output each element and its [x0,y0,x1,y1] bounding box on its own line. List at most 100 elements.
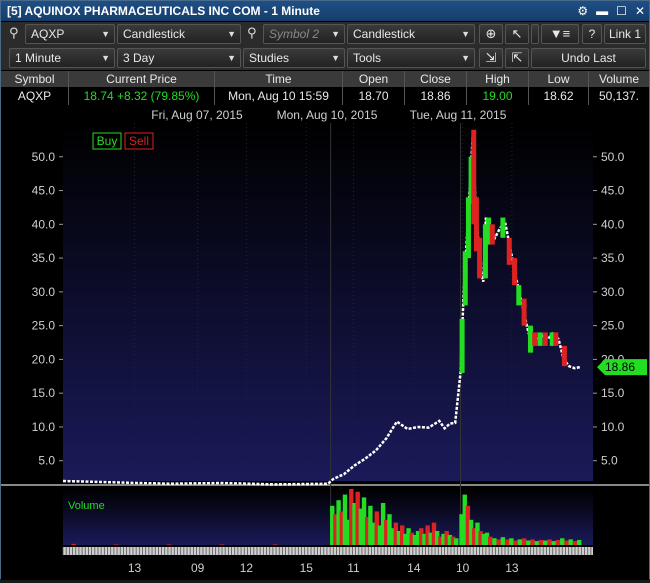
up-candle [537,332,543,346]
quote-header-cell: Close [405,71,467,87]
volume-bar [530,539,535,545]
x-tick-label: 11 [347,561,360,575]
shrink-button[interactable]: ⇱ [505,48,529,68]
down-candle [553,332,559,346]
volume-bar [547,539,552,545]
zoom-in-button[interactable]: ⊕ [479,24,503,44]
chevron-down-icon: ▼ [227,53,236,63]
price-plot-background [63,123,593,481]
y-tick-label-right: 40.0 [601,217,625,231]
volume-plot-background [63,489,593,545]
down-candle [512,258,518,286]
expand-icon: ⇲ [485,50,497,65]
quote-close: 18.86 [405,87,467,105]
down-candle [532,332,538,346]
y-tick-label-left: 45.0 [32,184,56,198]
volume-bar [568,539,573,545]
sell-button[interactable]: Sell [124,132,154,150]
volume-bar [166,544,172,545]
search-icon[interactable]: ⚲ [247,25,257,41]
shrink-icon: ⇱ [511,50,523,65]
window-titlebar[interactable]: [5] AQUINOX PHARMACEUTICALS INC COM - 1 … [1,1,649,21]
down-candle [477,237,483,279]
y-tick-label-right: 50.0 [601,150,625,164]
gear-icon[interactable]: ⚙ [577,1,588,21]
y-tick-label-right: 5.0 [601,454,618,468]
down-candle [489,224,495,245]
quote-low: 18.62 [529,87,589,105]
y-tick-label-left: 50.0 [32,150,56,164]
close-icon[interactable]: ✕ [635,1,645,21]
quote-header-cell: Volume [598,72,640,86]
last-price-badge: 18.86 [597,359,647,376]
volume-bar [538,539,544,545]
volume-bar [113,544,119,545]
range-select[interactable]: 3 Day ▼ [117,48,241,68]
crosshair-button[interactable]: ↖ [505,24,529,44]
y-tick-label-left: 40.0 [32,217,56,231]
quote-row: AQXP 18.74 +8.32 (79.85%) Mon, Aug 10 15… [1,87,649,105]
quote-header-row: Symbol Current Price Time Open Close Hig… [1,71,649,87]
chart-type-select[interactable]: Candlestick ▼ [117,24,241,44]
search-icon[interactable]: ⚲ [9,25,19,41]
sell-label: Sell [129,134,149,148]
volume-bar [513,540,518,545]
quote-change: +8.32 (79.85%) [116,89,200,103]
chevron-down-icon: ▼ [331,53,340,63]
x-tick-label: 15 [300,561,314,575]
quote-header-cell: Low [529,71,589,87]
y-tick-label-right: 35.0 [601,251,625,265]
x-tick-label: 13 [128,561,142,575]
quote-header-cell: Current Price [69,71,215,87]
toolbar-row-2: 1 Minute ▼ 3 Day ▼ Studies ▼ Tools ▼ ⇲ ⇱ Und… [1,46,649,70]
volume-bar [71,543,76,545]
volume-bar [555,539,561,545]
zoom-icon: ⊕ [485,26,497,41]
symbol2-input[interactable]: Symbol 2 ▼ [263,24,345,44]
volume-bar [504,539,510,545]
link-button[interactable]: Link 1 [604,24,646,44]
date-label: Tue, Aug 11, 2015 [410,108,507,122]
help-button[interactable]: ? [582,24,602,44]
quote-header-cell: Symbol [1,71,69,87]
y-tick-label-right: 10.0 [601,420,625,434]
volume-bar [496,539,501,545]
up-candle [462,251,468,306]
y-tick-label-right: 45.0 [601,184,625,198]
separator-button [531,24,539,44]
tools-select[interactable]: Tools ▼ [347,48,475,68]
chart-area[interactable]: Fri, Aug 07, 2015 Mon, Aug 10, 2015 Tue, A… [1,105,649,580]
volume-bar [487,536,493,545]
volume-bar [526,540,531,545]
studies-select[interactable]: Studies ▼ [243,48,345,68]
down-candle [506,237,512,265]
chart-type2-select[interactable]: Candlestick ▼ [347,24,475,44]
chevron-down-icon: ▼ [101,29,110,39]
y-tick-label-left: 15.0 [32,386,56,400]
minimize-icon[interactable]: ▬ [596,1,608,21]
interval-select[interactable]: 1 Minute ▼ [9,48,115,68]
chart-window: [5] AQUINOX PHARMACEUTICALS INC COM - 1 … [0,0,650,580]
y-tick-label-left: 25.0 [32,319,56,333]
volume-bar [534,541,540,545]
volume-bar [500,537,506,545]
y-tick-label-left: 10.0 [32,420,56,434]
volume-bar [219,544,225,545]
buy-button[interactable]: Buy [92,132,122,150]
x-tick-label: 12 [240,561,254,575]
buy-label: Buy [97,134,118,148]
price-chart[interactable]: Fri, Aug 07, 2015 Mon, Aug 10, 2015 Tue, A… [1,105,649,580]
down-candle [561,345,567,367]
quote-header-cell: Time [215,71,343,87]
symbol-input[interactable]: AQXP ▼ [25,24,115,44]
layout-menu-button[interactable]: ▼≡ [541,24,579,44]
volume-bar [521,538,527,545]
up-candle [459,318,465,373]
undo-last-button[interactable]: Undo Last [531,48,646,68]
y-tick-label-right: 25.0 [601,319,625,333]
chevron-down-icon: ▼ [101,53,110,63]
menu-icon: ▼≡ [549,26,571,41]
maximize-icon[interactable]: ☐ [616,1,627,21]
volume-bar [551,541,556,545]
fit-button[interactable]: ⇲ [479,48,503,68]
